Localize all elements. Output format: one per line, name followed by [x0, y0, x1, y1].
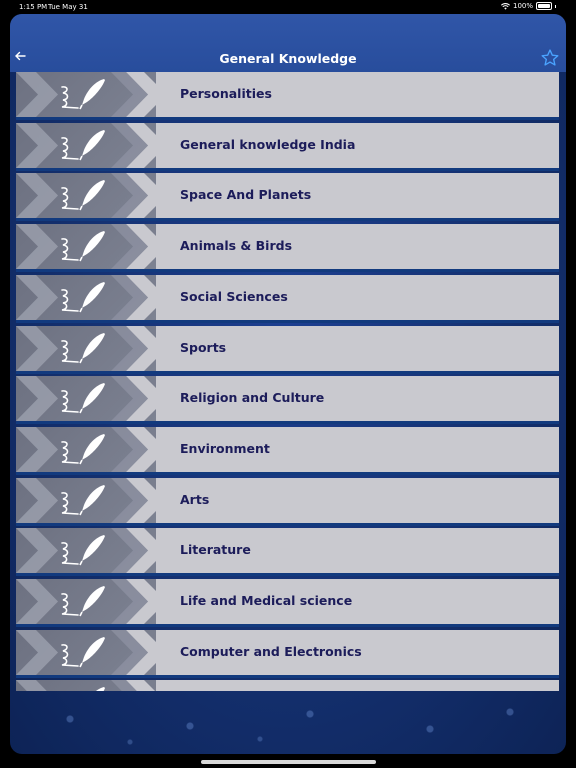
quill-pen-icon	[61, 79, 105, 110]
category-label: General knowledge India	[180, 136, 356, 152]
home-indicator[interactable]	[201, 760, 376, 764]
favorite-button[interactable]	[540, 48, 560, 68]
category-label: Arts	[180, 491, 210, 507]
category-row[interactable]: Environment	[16, 426, 559, 475]
quill-pen-icon	[61, 636, 105, 668]
quill-pen-icon	[61, 332, 105, 363]
quill-pen-icon	[61, 535, 105, 566]
category-row[interactable]: Social Sciences	[16, 274, 559, 323]
category-row[interactable]	[16, 680, 559, 691]
category-label: Computer and Electronics	[180, 643, 362, 659]
wifi-icon	[500, 2, 510, 10]
quill-pen-icon	[61, 586, 105, 617]
quill-pen-icon	[61, 383, 105, 414]
category-row[interactable]: Space And Planets	[16, 173, 559, 222]
battery-icon	[536, 2, 552, 10]
quill-pen-icon	[61, 129, 105, 161]
category-label: Literature	[180, 542, 251, 558]
category-label: Environment	[180, 440, 270, 456]
status-right: 100%	[500, 2, 556, 10]
app-window: General Knowledge Personalities General k…	[10, 14, 566, 754]
page-title: General Knowledge	[219, 51, 357, 66]
category-row[interactable]: Religion and Culture	[16, 376, 559, 425]
category-label: Religion and Culture	[180, 390, 325, 406]
category-row[interactable]: Arts	[16, 477, 559, 526]
status-date: Tue May 31	[48, 3, 88, 11]
quill-pen-icon	[61, 231, 105, 262]
category-label: Life and Medical science	[180, 593, 353, 608]
quill-pen-icon	[61, 484, 105, 515]
star-icon	[541, 49, 559, 66]
battery-percent: 100%	[512, 2, 533, 10]
nav-bar: General Knowledge	[10, 14, 566, 72]
category-row[interactable]: Sports	[16, 325, 559, 374]
quill-pen-icon	[96, 687, 105, 691]
category-label: Sports	[180, 339, 227, 355]
category-label: Space And Planets	[180, 187, 312, 203]
category-row[interactable]: Animals & Birds	[16, 224, 559, 273]
battery-tip	[555, 4, 556, 8]
category-label: Personalities	[180, 86, 272, 101]
category-row[interactable]: Computer and Electronics	[16, 629, 559, 678]
category-row[interactable]: Personalities	[16, 72, 559, 120]
quill-pen-icon	[61, 180, 105, 211]
status-bar: 1:15 PM Tue May 31 100%	[0, 0, 576, 14]
status-time: 1:15 PM	[19, 3, 48, 11]
category-row[interactable]: Literature	[16, 528, 559, 577]
category-row[interactable]: Life and Medical science	[16, 579, 559, 627]
category-label: Social Sciences	[180, 288, 288, 304]
category-list[interactable]: Personalities General knowledge India Spac…	[16, 72, 559, 691]
quill-pen-icon	[61, 433, 105, 465]
quill-pen-icon	[61, 281, 105, 313]
category-row[interactable]: General knowledge India	[16, 122, 559, 171]
category-label: Animals & Birds	[180, 238, 293, 254]
